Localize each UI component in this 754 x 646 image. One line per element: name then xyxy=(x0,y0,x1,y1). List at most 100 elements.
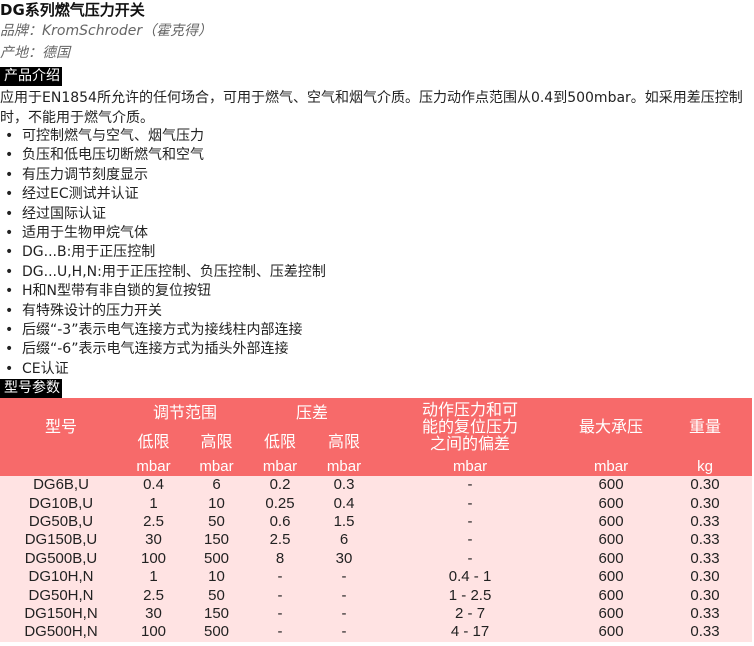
section-header-intro: 产品介绍 xyxy=(0,67,62,86)
table-cell: 600 xyxy=(564,567,659,587)
section-header-params: 型号参数 xyxy=(0,379,62,398)
section-params-label: 型号参数 xyxy=(0,379,62,398)
origin-value: 德国 xyxy=(42,45,70,61)
spec-table-body: DG6B,U 0.4 6 0.2 0.3-600 0.30 DG10B,U 1 10 0.25 0… xyxy=(0,476,753,642)
table-cell: 2.5 xyxy=(248,531,313,550)
table-cell: DG50B,U xyxy=(0,512,122,532)
table-cell: 600 xyxy=(564,604,659,624)
table-cell: 100 xyxy=(122,623,185,642)
table-row: DG50H,N 2.5 50- -1 - 2.5 600 0.30 xyxy=(0,586,753,605)
table-row: DG500H,N 100 500- -4 - 17 600 0.33 xyxy=(0,623,753,642)
table-cell: 6 xyxy=(312,531,377,550)
list-item: 适用于生物甲烷气体 xyxy=(0,224,326,244)
table-cell: 0.3 xyxy=(312,476,377,495)
table-cell: 1 xyxy=(122,567,185,587)
table-cell: 0.30 xyxy=(658,567,753,587)
table-cell: 150 xyxy=(185,604,249,624)
table-cell: 600 xyxy=(564,623,659,642)
table-cell: - xyxy=(248,604,313,624)
table-cell: 0.33 xyxy=(658,512,753,532)
table-cell: DG500B,U xyxy=(0,549,122,568)
table-cell: - xyxy=(312,604,377,624)
header-switch-deviation: 动作压力和可能的复位压力之间的偏差 xyxy=(376,398,565,456)
table-cell: DG50H,N xyxy=(0,586,122,605)
table-cell: 150 xyxy=(185,531,249,550)
table-cell: 0.4 xyxy=(122,476,185,495)
table-cell: DG10H,N xyxy=(0,567,122,587)
table-cell: 0.6 xyxy=(248,512,313,532)
table-cell: 600 xyxy=(564,531,659,550)
table-cell: DG500H,N xyxy=(0,623,122,642)
intro-paragraph: 应用于EN1854所允许的任何场合，可用于燃气、空气和烟气介质。压力动作点范围从… xyxy=(0,90,743,126)
table-cell: 50 xyxy=(185,586,249,605)
unit-weight: kg xyxy=(658,456,753,476)
list-item: 后缀“-3”表示电气连接方式为接线柱内部连接 xyxy=(0,321,326,341)
brand-value: KromSchroder（霍克得） xyxy=(42,23,213,39)
table-cell: 2.5 xyxy=(122,512,185,532)
table-cell: 4 - 17 xyxy=(376,623,565,642)
list-item: DG...B:用于正压控制 xyxy=(0,243,326,263)
table-cell: 600 xyxy=(564,494,659,513)
header-model: 型号 xyxy=(0,398,122,456)
list-item: 后缀“-6”表示电气连接方式为插头外部连接 xyxy=(0,340,326,360)
page-title: DG系列燃气压力开关 xyxy=(0,1,145,19)
table-cell: - xyxy=(376,494,565,513)
table-cell: 0.33 xyxy=(658,549,753,568)
table-cell: DG150B,U xyxy=(0,531,122,550)
table-row: DG10B,U 1 10 0.25 0.4-600 0.30 xyxy=(0,494,753,513)
table-row: DG150H,N 30 150- -2 - 7 600 0.33 xyxy=(0,604,753,624)
table-cell: 600 xyxy=(564,586,659,605)
brand-label: 品牌： xyxy=(0,23,42,39)
table-cell: - xyxy=(376,531,565,550)
table-cell: 30 xyxy=(312,549,377,568)
table-cell: - xyxy=(248,586,313,605)
table-cell: - xyxy=(248,623,313,642)
table-cell: DG150H,N xyxy=(0,604,122,624)
table-cell: 100 xyxy=(122,549,185,568)
list-item: H和N型带有非自锁的复位按钮 xyxy=(0,282,326,302)
list-item: 负压和低电压切断燃气和空气 xyxy=(0,146,326,166)
table-cell: 0.2 xyxy=(248,476,313,495)
table-cell: 500 xyxy=(185,549,249,568)
table-cell: 0.30 xyxy=(658,476,753,495)
table-cell: 10 xyxy=(185,567,249,587)
origin-label: 产地： xyxy=(0,45,42,61)
list-item: DG...U,H,N:用于正压控制、负压控制、压差控制 xyxy=(0,263,326,283)
header-max-pressure: 最大承压 xyxy=(564,398,659,456)
table-cell: - xyxy=(376,549,565,568)
table-cell: - xyxy=(376,512,565,532)
table-cell: DG10B,U xyxy=(0,494,122,513)
table-cell: 2 - 7 xyxy=(376,604,565,624)
header-range-low: 低限 xyxy=(122,428,185,456)
table-cell: - xyxy=(312,623,377,642)
table-cell: 0.33 xyxy=(658,531,753,550)
table-cell: 500 xyxy=(185,623,249,642)
unit-max: mbar xyxy=(564,456,659,476)
table-cell: - xyxy=(248,567,313,587)
table-row: DG10H,N 1 10- -0.4 - 1 600 0.30 xyxy=(0,567,753,587)
header-diff-low: 低限 xyxy=(248,428,313,456)
unit-range-low: mbar xyxy=(122,456,185,476)
table-cell: 0.30 xyxy=(658,494,753,513)
table-cell: 0.33 xyxy=(658,623,753,642)
unit-switch: mbar xyxy=(376,456,565,476)
table-cell: 30 xyxy=(122,531,185,550)
header-range-high: 高限 xyxy=(185,428,249,456)
list-item: 有压力调节刻度显示 xyxy=(0,166,326,186)
table-cell: 0.4 - 1 xyxy=(376,567,565,587)
table-cell: 600 xyxy=(564,476,659,495)
table-cell: 600 xyxy=(564,549,659,568)
header-weight: 重量 xyxy=(658,398,753,456)
table-cell: 1.5 xyxy=(312,512,377,532)
table-cell: - xyxy=(312,567,377,587)
list-item: 可控制燃气与空气、烟气压力 xyxy=(0,127,326,147)
table-row: DG50B,U 2.5 50 0.6 1.5-600 0.33 xyxy=(0,512,753,532)
list-item: 经过EC测试并认证 xyxy=(0,185,326,205)
table-cell: 0.30 xyxy=(658,586,753,605)
spec-table: 型号 调节范围 压差 动作压力和可能的复位压力之间的偏差 最大承压 重量 低限 … xyxy=(0,398,753,642)
table-cell: 0.25 xyxy=(248,494,313,513)
product-page: DG系列燃气压力开关 品牌：KromSchroder（霍克得） 产地：德国 产品… xyxy=(0,0,754,646)
header-diff-high: 高限 xyxy=(312,428,377,456)
section-intro-label: 产品介绍 xyxy=(0,67,62,86)
table-cell: 10 xyxy=(185,494,249,513)
